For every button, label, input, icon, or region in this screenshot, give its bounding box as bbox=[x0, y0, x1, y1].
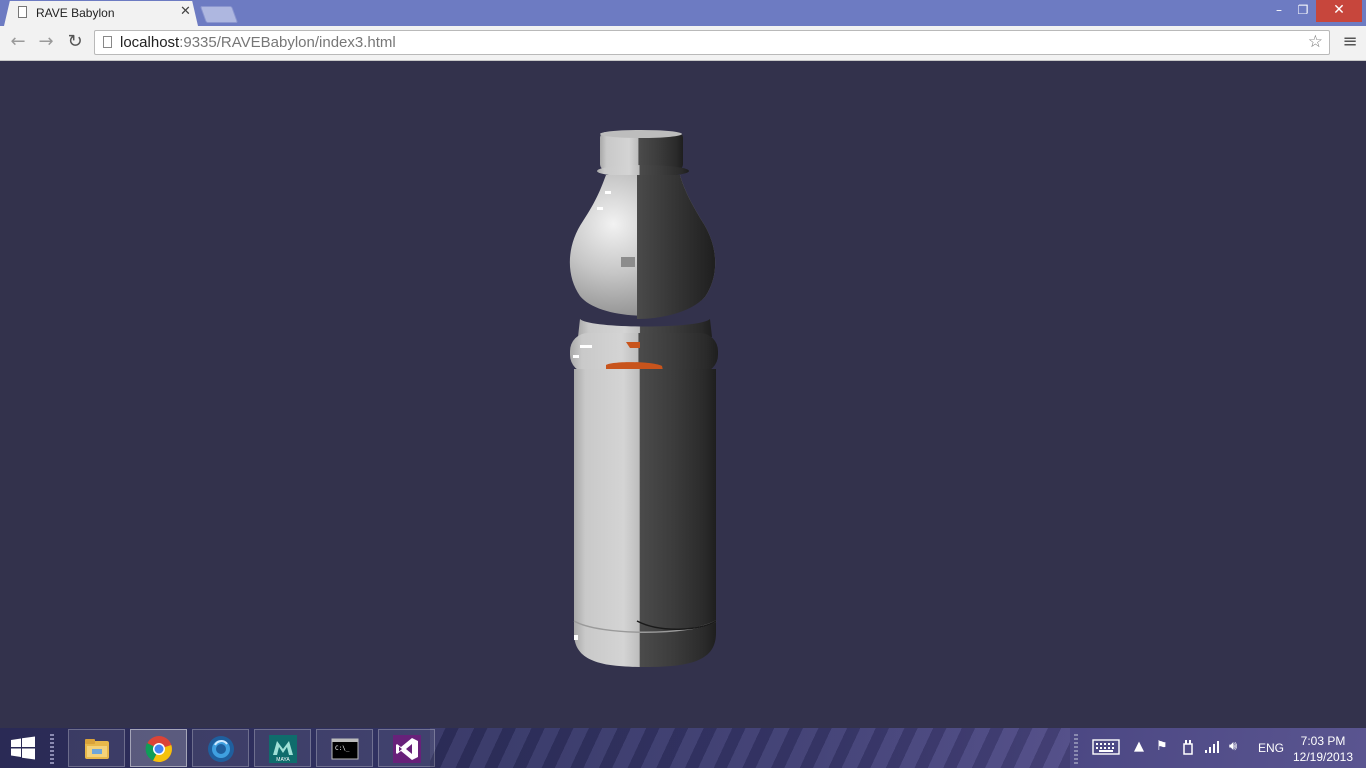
bottle-3d-model bbox=[569, 130, 718, 667]
tab-title: RAVE Babylon bbox=[36, 6, 115, 20]
new-tab-button[interactable] bbox=[199, 6, 239, 23]
reload-icon[interactable]: ↻ bbox=[63, 30, 87, 54]
network-signal-icon[interactable] bbox=[1204, 739, 1220, 760]
url-text[interactable]: localhost:9335/RAVEBabylon/index3.html bbox=[120, 34, 396, 51]
page-icon bbox=[103, 36, 112, 48]
close-window-button[interactable]: ✕ bbox=[1316, 0, 1362, 22]
power-plug-icon[interactable] bbox=[1181, 739, 1195, 760]
browser-toolbar: ← → ↻ localhost:9335/RAVEBabylon/index3.… bbox=[0, 26, 1366, 61]
bottle-cap bbox=[597, 130, 689, 177]
terminal-icon: C:\_ bbox=[331, 738, 359, 760]
forward-arrow-icon[interactable]: → bbox=[34, 30, 58, 54]
tab-close-icon[interactable]: ✕ bbox=[180, 5, 191, 19]
taskbar-maya[interactable]: MAYA bbox=[254, 729, 311, 767]
bookmark-star-icon[interactable]: ☆ bbox=[1308, 32, 1323, 52]
chrome-icon bbox=[145, 736, 172, 763]
bottle-body bbox=[573, 369, 717, 667]
url-host: localhost bbox=[120, 34, 180, 51]
volume-icon[interactable]: 🔊︎ bbox=[1229, 739, 1237, 755]
taskbar-chrome[interactable] bbox=[130, 729, 187, 767]
chrome-menu-icon[interactable]: ≡ bbox=[1340, 32, 1360, 52]
minimize-button[interactable]: – bbox=[1268, 0, 1290, 22]
start-button[interactable] bbox=[8, 736, 38, 760]
tab-rave-babylon[interactable]: RAVE Babylon ✕ bbox=[4, 1, 198, 26]
clock[interactable]: 7:03 PM 12/19/2013 bbox=[1290, 733, 1356, 765]
taskbar-blue-app[interactable] bbox=[192, 729, 249, 767]
action-center-flag-icon[interactable]: ⚑ bbox=[1156, 739, 1168, 755]
window-titlebar: RAVE Babylon ✕ – ❐ ✕ bbox=[0, 0, 1366, 26]
taskbar-file-explorer[interactable] bbox=[68, 729, 125, 767]
blue-orb-icon bbox=[208, 736, 234, 762]
keyboard-icon[interactable] bbox=[1092, 739, 1120, 760]
terminal-prompt: C:\_ bbox=[335, 745, 350, 752]
restore-button[interactable]: ❐ bbox=[1292, 0, 1314, 22]
visual-studio-icon bbox=[393, 735, 421, 763]
windows-taskbar: MAYA C:\_ ▲ ⚑ 🔊︎ ENG 7:03 PM 12/19/2013 bbox=[0, 728, 1366, 768]
clock-date: 12/19/2013 bbox=[1292, 750, 1354, 764]
taskbar-command-prompt[interactable]: C:\_ bbox=[316, 729, 373, 767]
tray-gripper bbox=[1074, 734, 1078, 764]
bottle-shoulder bbox=[569, 175, 716, 319]
folder-icon bbox=[85, 739, 109, 759]
webgl-canvas[interactable] bbox=[0, 61, 1366, 728]
show-hidden-icons-icon[interactable]: ▲ bbox=[1134, 739, 1144, 755]
maya-icon: MAYA bbox=[269, 735, 297, 763]
maya-label: MAYA bbox=[276, 757, 290, 763]
page-icon bbox=[18, 6, 27, 18]
back-arrow-icon[interactable]: ← bbox=[6, 30, 30, 54]
url-path: :9335/RAVEBabylon/index3.html bbox=[179, 34, 396, 51]
taskbar-visual-studio[interactable] bbox=[378, 729, 435, 767]
windows-logo-icon bbox=[11, 736, 35, 760]
taskbar-gripper bbox=[50, 734, 54, 764]
address-bar[interactable]: localhost:9335/RAVEBabylon/index3.html ☆ bbox=[94, 30, 1330, 55]
clock-time: 7:03 PM bbox=[1300, 734, 1346, 748]
language-indicator[interactable]: ENG bbox=[1258, 741, 1284, 755]
